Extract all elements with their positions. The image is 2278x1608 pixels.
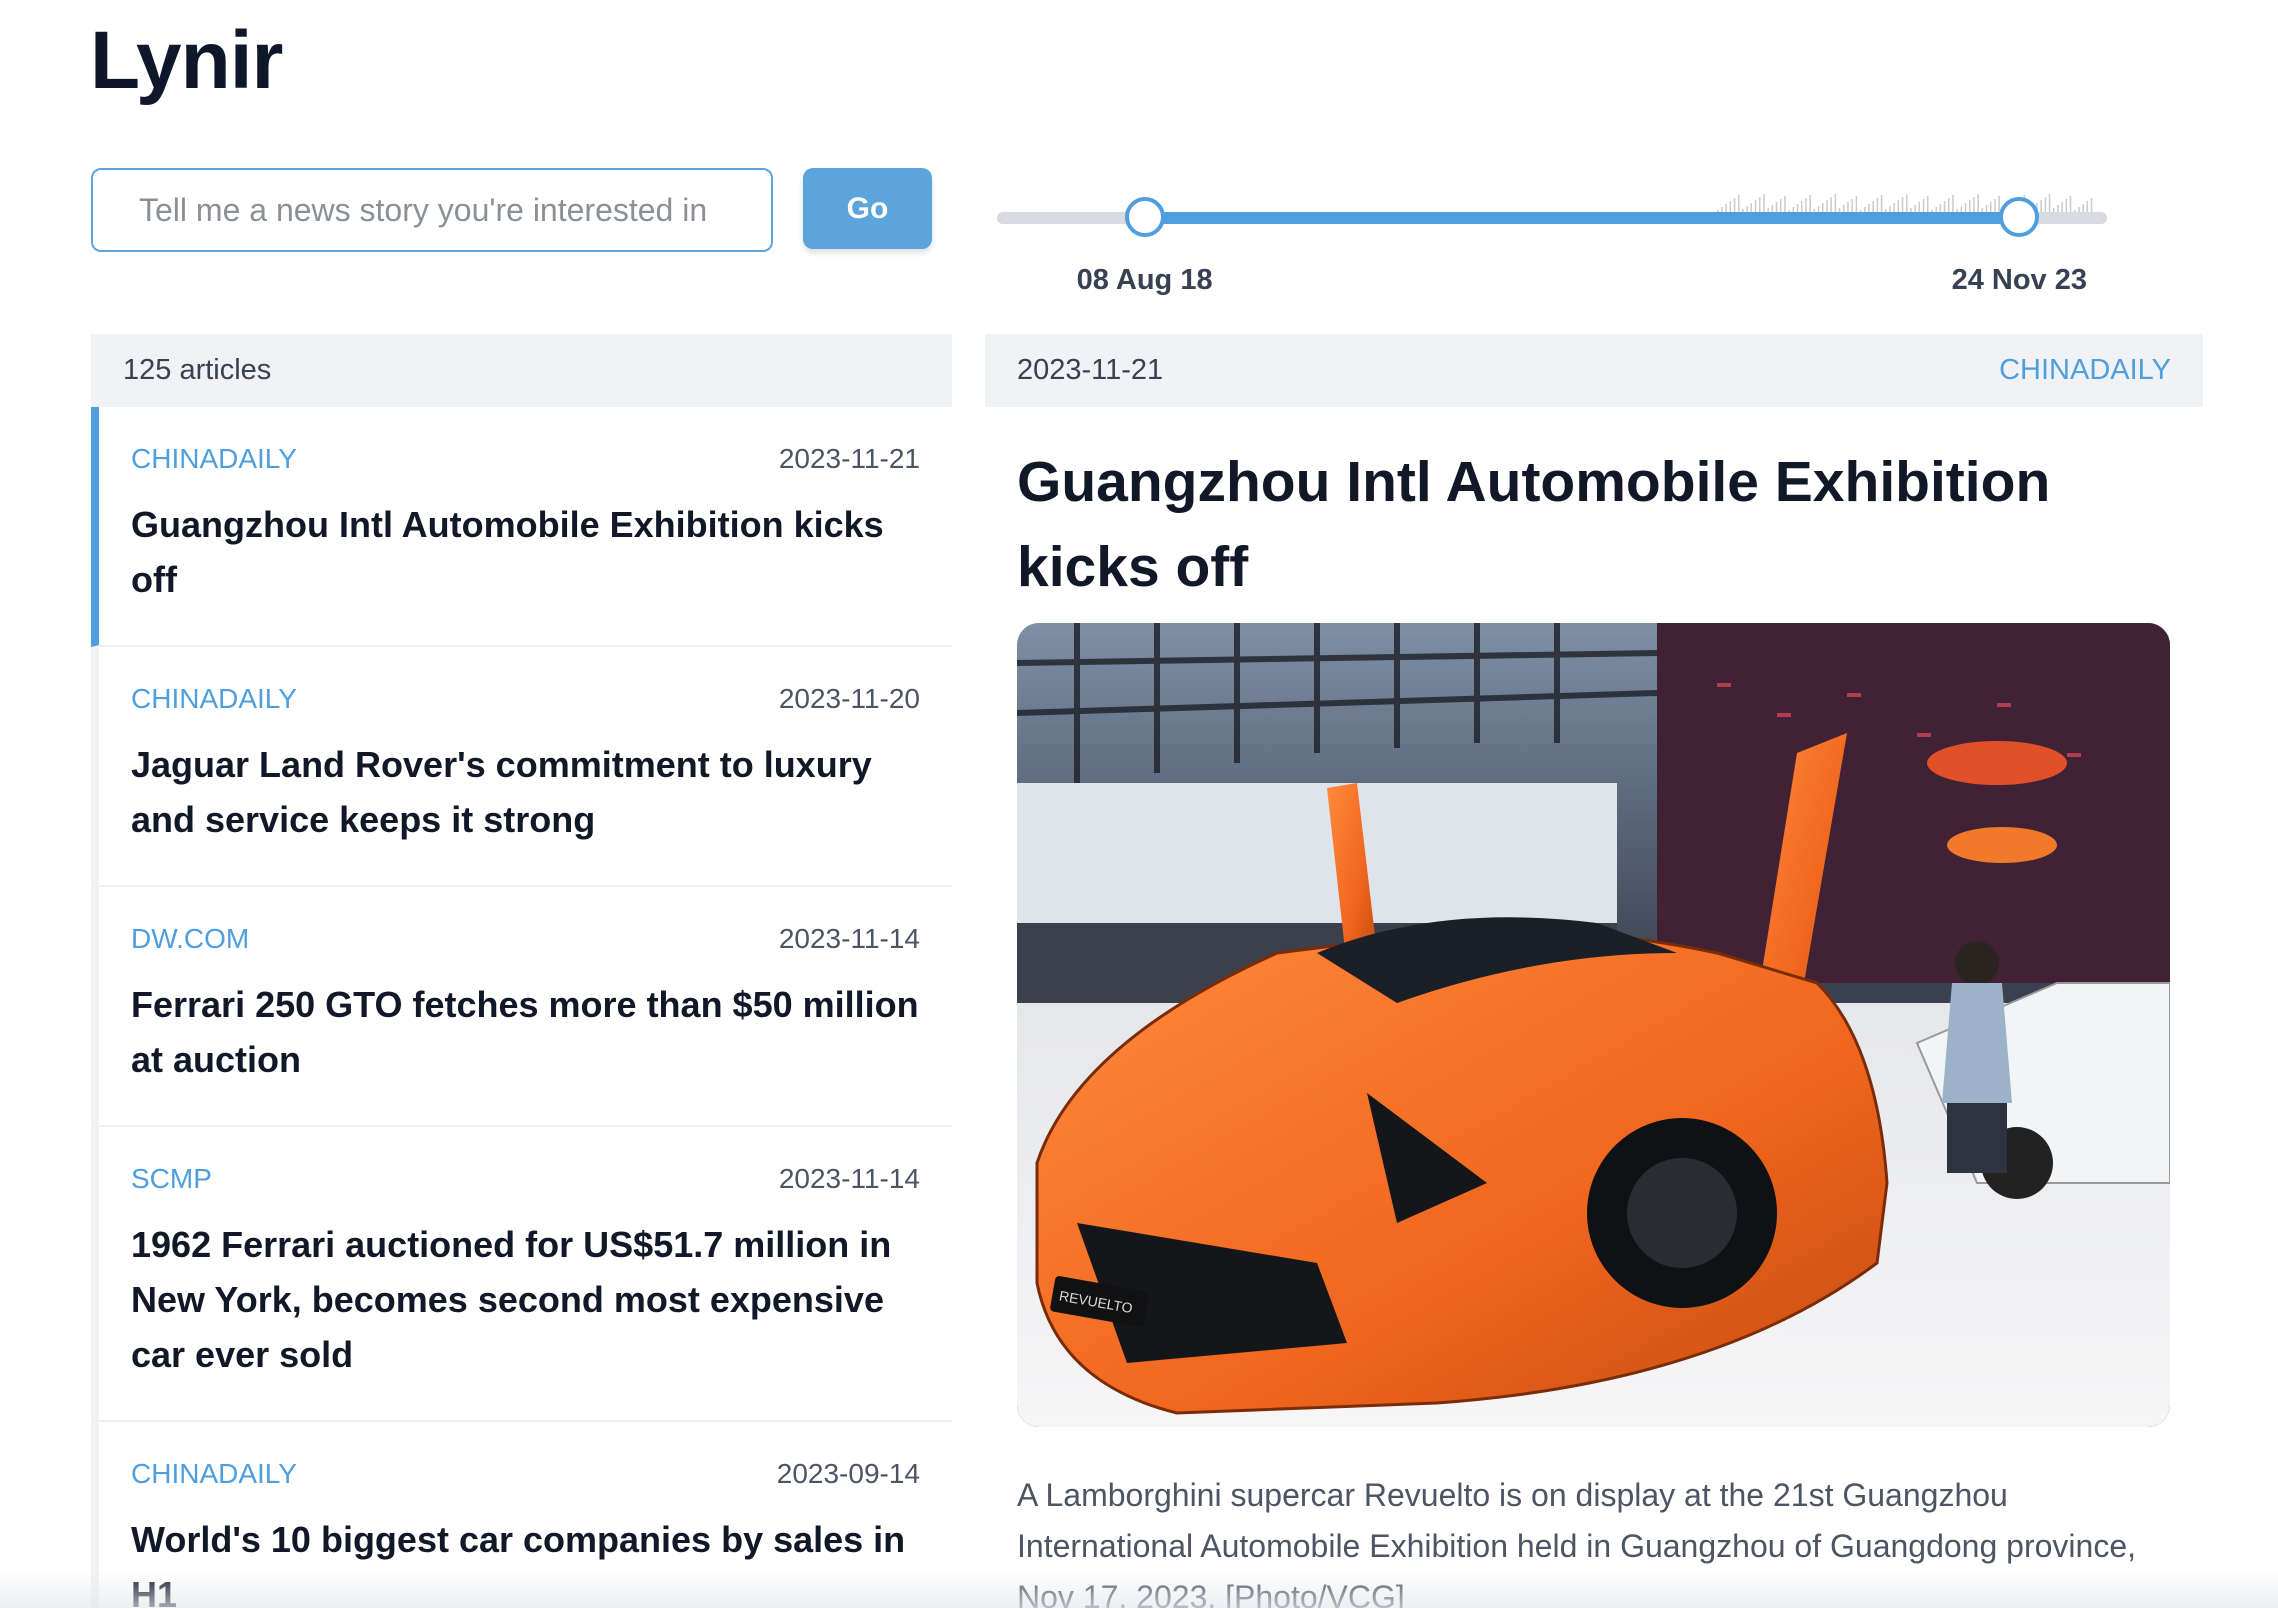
article-title: Ferrari 250 GTO fetches more than $50 mi… bbox=[131, 984, 919, 1080]
article-source: CHINADAILY bbox=[131, 443, 297, 474]
article-date: 2023-09-14 bbox=[776, 1458, 920, 1489]
article-list-item[interactable]: DW.COM 2023-11-14 Ferrari 250 GTO fetches … bbox=[91, 887, 952, 1127]
detail-header: 2023-11-21 CHINADAILY bbox=[985, 334, 2203, 407]
article-title: Guangzhou Intl Automobile Exhibition kic… bbox=[131, 504, 884, 600]
histogram-bar bbox=[1977, 194, 1979, 214]
range-start-label: 08 Aug 18 bbox=[1076, 264, 1213, 296]
article-meta: DW.COM 2023-11-14 bbox=[131, 923, 920, 955]
article-meta: CHINADAILY 2023-09-14 bbox=[131, 1458, 920, 1490]
article-date: 2023-11-21 bbox=[778, 443, 920, 474]
article-list-item[interactable]: SCMP 2023-11-14 1962 Ferrari auctioned for… bbox=[91, 1127, 952, 1422]
go-button[interactable]: Go bbox=[803, 168, 932, 249]
article-source: SCMP bbox=[131, 1163, 212, 1194]
histogram-bar bbox=[1906, 194, 1908, 214]
article-title: Jaguar Land Rover's commitment to luxury… bbox=[131, 744, 872, 840]
article-title: 1962 Ferrari auctioned for US$51.7 milli… bbox=[131, 1224, 892, 1375]
bottom-fade bbox=[0, 1570, 2278, 1608]
article-source: DW.COM bbox=[131, 923, 250, 954]
article-date: 2023-11-14 bbox=[778, 1163, 920, 1194]
date-range-slider[interactable]: 08 Aug 18 24 Nov 23 bbox=[997, 186, 2107, 316]
article-meta: CHINADAILY 2023-11-20 bbox=[131, 683, 920, 715]
article-meta: SCMP 2023-11-14 bbox=[131, 1163, 920, 1195]
article-source: CHINADAILY bbox=[131, 1458, 297, 1489]
article-meta: CHINADAILY 2023-11-21 bbox=[131, 443, 920, 475]
app-root: Lynir Go 08 Aug 18 24 Nov 23 125 article… bbox=[0, 0, 2278, 1608]
detail-date: 2023-11-21 bbox=[1017, 354, 1164, 386]
article-list: CHINADAILY 2023-11-21 Guangzhou Intl Autom… bbox=[91, 407, 952, 1608]
detail-title: Guangzhou Intl Automobile Exhibition kic… bbox=[1017, 450, 2051, 599]
detail-source-link[interactable]: CHINADAILY bbox=[1999, 354, 2171, 387]
article-list-item[interactable]: CHINADAILY 2023-11-20 Jaguar Land Rover's … bbox=[91, 647, 952, 887]
range-end-label: 24 Nov 23 bbox=[1951, 264, 2088, 296]
article-count: 125 articles bbox=[91, 334, 952, 407]
histogram-bar bbox=[1763, 194, 1765, 214]
histogram-bar bbox=[2048, 194, 2051, 214]
article-source: CHINADAILY bbox=[131, 683, 297, 714]
slider-start-handle[interactable] bbox=[1124, 197, 1165, 237]
car-photo-illustration: REVUELTO bbox=[1017, 623, 2170, 1427]
search-input[interactable] bbox=[91, 168, 773, 252]
app-logo: Lynir bbox=[90, 15, 283, 106]
slider-end-handle[interactable] bbox=[1999, 197, 2040, 237]
article-date: 2023-11-14 bbox=[778, 923, 920, 954]
article-date: 2023-11-20 bbox=[778, 683, 920, 714]
histogram-bar bbox=[1834, 194, 1837, 214]
article-list-item[interactable]: CHINADAILY 2023-11-21 Guangzhou Intl Autom… bbox=[91, 407, 952, 647]
article-photo: REVUELTO bbox=[1017, 623, 2170, 1427]
slider-selected-range bbox=[1144, 212, 2020, 224]
